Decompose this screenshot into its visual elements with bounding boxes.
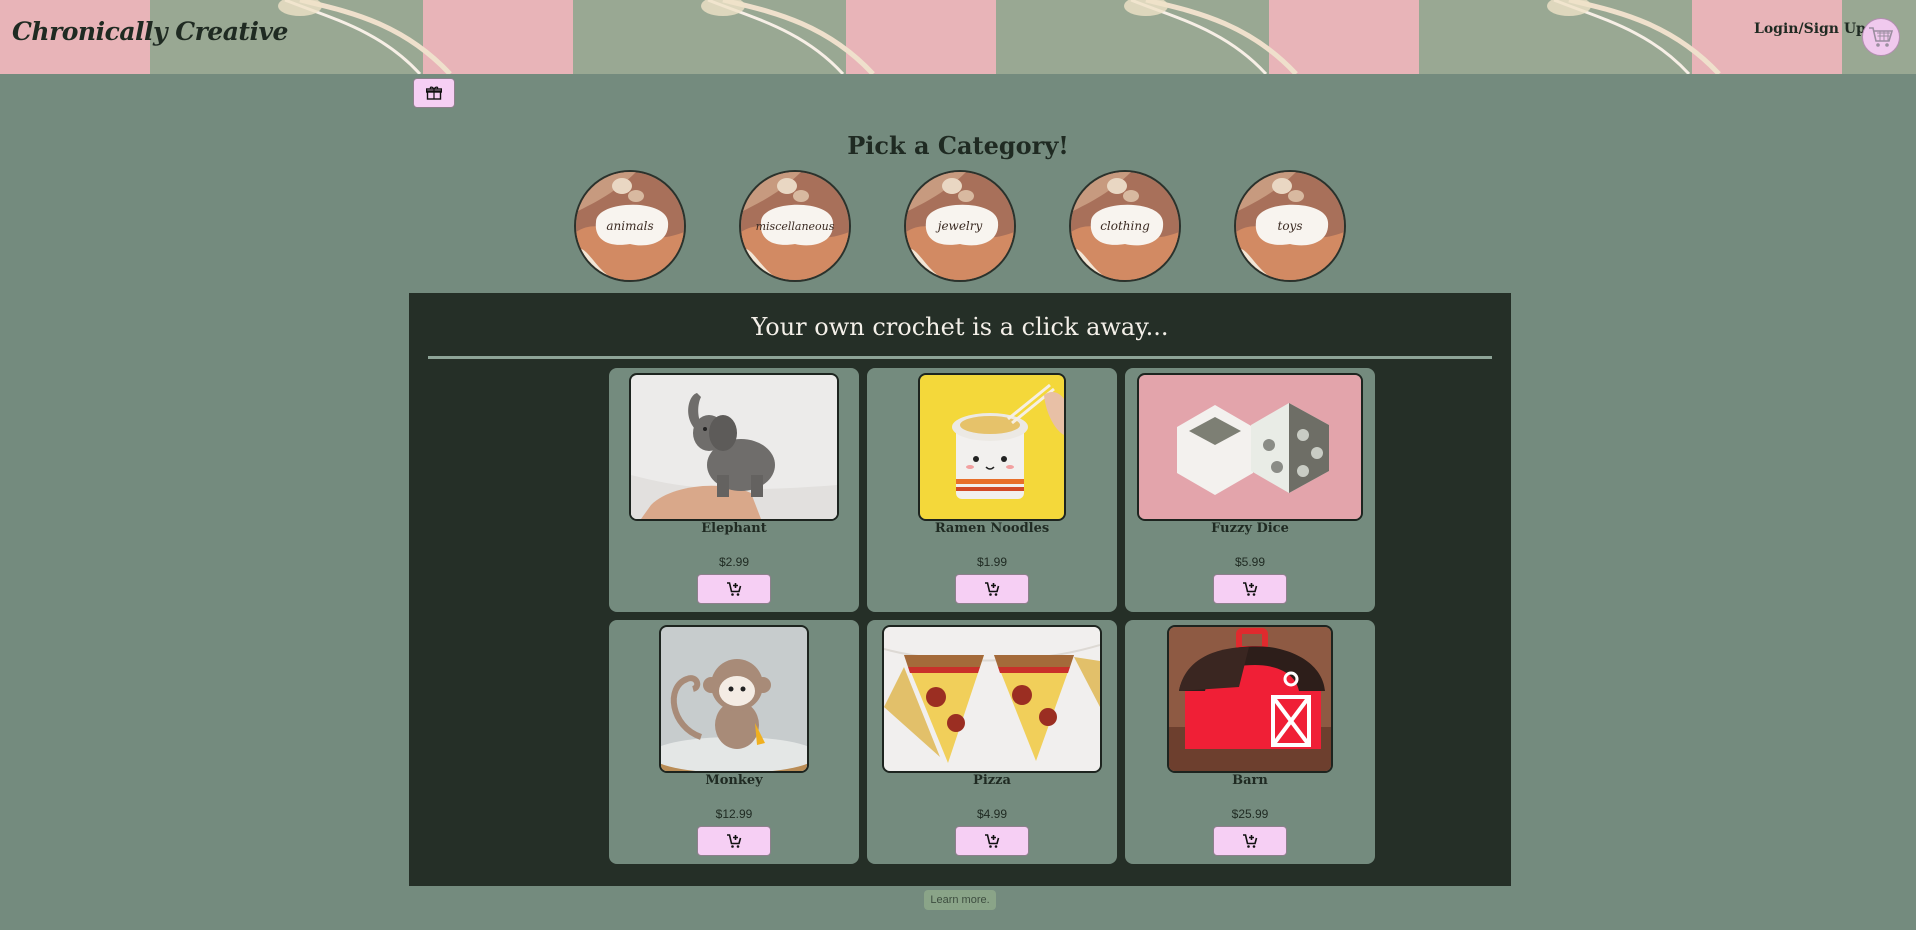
add-to-cart-icon	[1243, 582, 1258, 596]
divider	[428, 356, 1492, 359]
add-to-cart-icon	[727, 834, 742, 848]
category-heading: Pick a Category!	[847, 131, 1069, 160]
category-label: animals	[606, 219, 654, 233]
add-to-cart-icon	[985, 582, 1000, 596]
add-to-cart-icon	[727, 582, 742, 596]
product-name: Fuzzy Dice	[1211, 521, 1289, 536]
category-toys[interactable]: toys	[1234, 170, 1346, 282]
shopping-cart-icon	[1869, 27, 1894, 47]
monkey-photo	[661, 627, 807, 771]
product-price: $5.99	[1234, 555, 1266, 569]
category-label: miscellaneous	[755, 219, 835, 233]
elephant-photo	[631, 375, 837, 519]
add-to-cart-button[interactable]	[697, 574, 771, 604]
product-card-pizza: Pizza $4.99	[867, 620, 1117, 864]
category-animals[interactable]: animals	[574, 170, 686, 282]
product-name: Elephant	[701, 521, 767, 536]
product-card-elephant: Elephant $2.99	[609, 368, 859, 612]
product-card-monkey: Monkey $12.99	[609, 620, 859, 864]
pizza-photo	[884, 627, 1100, 771]
product-price: $2.99	[718, 555, 750, 569]
product-card-barn: Barn $25.99	[1125, 620, 1375, 864]
category-clothing[interactable]: clothing	[1069, 170, 1181, 282]
product-price: $4.99	[976, 807, 1008, 821]
product-name: Monkey	[705, 773, 763, 788]
category-jewelry[interactable]: jewelry	[904, 170, 1016, 282]
ramen-photo	[920, 375, 1064, 519]
product-price: $1.99	[976, 555, 1008, 569]
product-name: Barn	[1232, 773, 1268, 788]
add-to-cart-icon	[985, 834, 1000, 848]
product-image-fuzzy-dice[interactable]	[1137, 373, 1363, 521]
site-header: Chronically Creative Login/Sign Up	[0, 0, 1916, 74]
cart-button[interactable]	[1862, 18, 1900, 56]
add-to-cart-button[interactable]	[1213, 826, 1287, 856]
product-name: Pizza	[973, 773, 1011, 788]
add-to-cart-icon	[1243, 834, 1258, 848]
login-signup-link[interactable]: Login/Sign Up	[1754, 21, 1866, 37]
site-logo[interactable]: Chronically Creative	[12, 17, 288, 46]
add-to-cart-button[interactable]	[955, 574, 1029, 604]
category-label: clothing	[1100, 219, 1150, 233]
product-image-ramen-noodles[interactable]	[918, 373, 1066, 521]
category-label: jewelry	[937, 219, 983, 233]
product-price: $12.99	[715, 807, 753, 821]
learn-more-button[interactable]: Learn more.	[924, 890, 996, 910]
product-panel-title: Your own crochet is a click away...	[751, 313, 1169, 341]
gift-button[interactable]	[413, 78, 455, 108]
product-name: Ramen Noodles	[934, 521, 1050, 536]
category-label: toys	[1277, 219, 1303, 233]
product-image-monkey[interactable]	[659, 625, 809, 773]
barn-photo	[1169, 627, 1331, 771]
add-to-cart-button[interactable]	[1213, 574, 1287, 604]
product-card-fuzzy-dice: Fuzzy Dice $5.99	[1125, 368, 1375, 612]
add-to-cart-button[interactable]	[697, 826, 771, 856]
product-image-pizza[interactable]	[882, 625, 1102, 773]
product-price: $25.99	[1231, 807, 1269, 821]
product-image-elephant[interactable]	[629, 373, 839, 521]
fuzzy-dice-photo	[1139, 375, 1361, 519]
product-panel: Your own crochet is a click away... Elep…	[409, 293, 1511, 886]
gift-box-icon	[426, 86, 442, 100]
add-to-cart-button[interactable]	[955, 826, 1029, 856]
category-miscellaneous[interactable]: miscellaneous	[739, 170, 851, 282]
product-card-ramen-noodles: Ramen Noodles $1.99	[867, 368, 1117, 612]
product-image-barn[interactable]	[1167, 625, 1333, 773]
